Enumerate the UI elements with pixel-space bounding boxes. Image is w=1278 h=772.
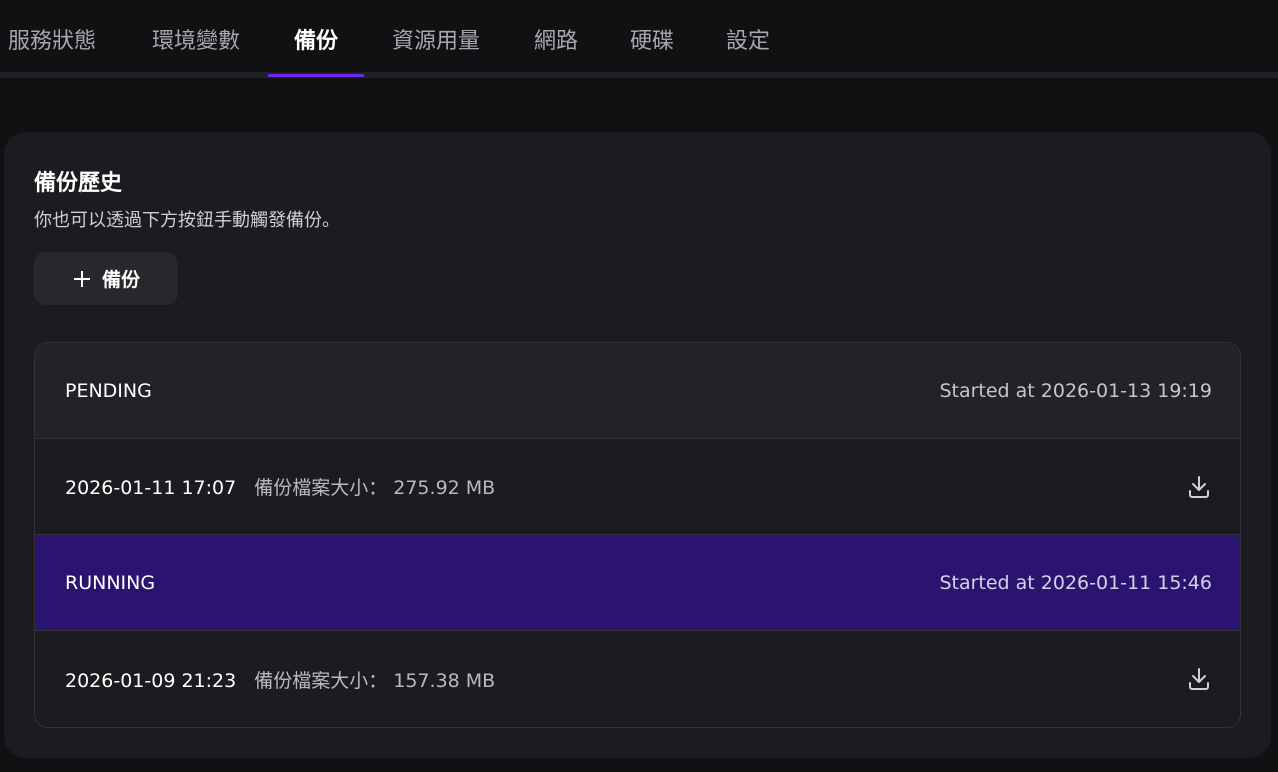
tab-bar: 服務狀態 環境變數 備份 資源用量 網路 硬碟 設定 bbox=[0, 0, 1278, 78]
backup-history-description: 你也可以透過下方按鈕手動觸發備份。 bbox=[34, 210, 340, 231]
tab-resource-usage[interactable]: 資源用量 bbox=[386, 0, 486, 78]
download-icon[interactable] bbox=[1186, 474, 1212, 500]
add-backup-label: 備份 bbox=[101, 269, 140, 291]
backup-history-title: 備份歷史 bbox=[34, 171, 123, 196]
active-tab-indicator bbox=[268, 74, 364, 77]
started-at: Started at 2026-01-13 19:19 bbox=[939, 379, 1212, 402]
backup-status-row-running: RUNNING Started at 2026-01-11 15:46 bbox=[35, 535, 1240, 631]
plus-icon bbox=[73, 270, 90, 287]
tab-network[interactable]: 網路 bbox=[526, 0, 586, 78]
backup-history-card: 備份歷史 你也可以透過下方按鈕手動觸發備份。 備份 PENDING Starte… bbox=[4, 132, 1271, 758]
tab-disk[interactable]: 硬碟 bbox=[622, 0, 682, 78]
backup-file-row: 2026-01-09 21:23 備份檔案大小： 157.38 MB bbox=[35, 631, 1240, 727]
status-label: PENDING bbox=[65, 379, 152, 402]
tab-environment-variables[interactable]: 環境變數 bbox=[146, 0, 246, 78]
tab-service-status[interactable]: 服務狀態 bbox=[0, 0, 104, 78]
backup-file-size: 備份檔案大小： 275.92 MB bbox=[254, 477, 496, 499]
backup-date: 2026-01-11 17:07 bbox=[65, 477, 237, 499]
download-icon[interactable] bbox=[1186, 666, 1212, 692]
backup-file-size: 備份檔案大小： 157.38 MB bbox=[254, 669, 496, 692]
tab-backup[interactable]: 備份 bbox=[268, 0, 364, 78]
started-at: Started at 2026-01-11 15:46 bbox=[939, 571, 1212, 594]
tab-settings[interactable]: 設定 bbox=[718, 0, 778, 78]
add-backup-button[interactable]: 備份 bbox=[34, 252, 178, 305]
status-label: RUNNING bbox=[65, 571, 156, 594]
backup-file-row: 2026-01-11 17:07 備份檔案大小： 275.92 MB bbox=[35, 439, 1240, 535]
backup-status-row-pending: PENDING Started at 2026-01-13 19:19 bbox=[35, 343, 1240, 439]
backup-list: PENDING Started at 2026-01-13 19:19 2026… bbox=[34, 342, 1241, 728]
backup-date: 2026-01-09 21:23 bbox=[65, 669, 237, 692]
